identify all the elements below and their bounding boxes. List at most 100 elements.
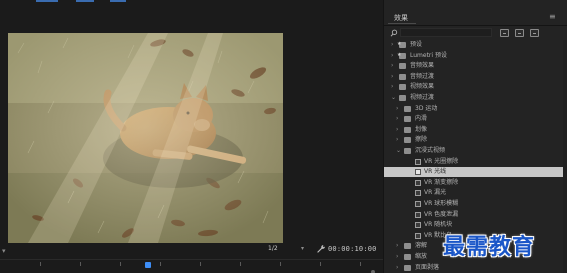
- playback-resolution-value: 1/2: [268, 245, 278, 252]
- panel-header: 效果 ≡: [384, 0, 567, 26]
- effect-item[interactable]: VR 光线: [384, 167, 564, 178]
- chevron-down-icon: ▾: [301, 245, 305, 252]
- effect-icon: [415, 211, 421, 218]
- tree-item-label: VR 光圈擦除: [424, 157, 459, 165]
- playback-resolution-select[interactable]: 1/2 ▾: [268, 245, 310, 255]
- tree-item-label: VR 漏光: [424, 189, 447, 197]
- fit-dropdown[interactable]: ▾: [2, 247, 12, 255]
- folder-icon: [399, 63, 406, 70]
- folder-icon: [399, 84, 406, 91]
- tree-item-label: VR 色度泄漏: [424, 210, 459, 218]
- watermark-text: 最需教育: [443, 235, 536, 260]
- chevron-right-icon[interactable]: ›: [391, 61, 397, 71]
- chevron-right-icon[interactable]: ›: [396, 104, 402, 114]
- monitor-tab-strip: [0, 0, 383, 9]
- panel-menu-icon[interactable]: ≡: [549, 12, 556, 21]
- folder-item[interactable]: › 划像: [384, 125, 564, 135]
- chevron-down-icon[interactable]: ⌄: [396, 146, 402, 156]
- folder-icon: [404, 243, 411, 250]
- folder-icon: [404, 254, 411, 260]
- tree-item-label: 缩放: [415, 253, 428, 260]
- tree-item-label: 溶解: [415, 242, 428, 250]
- tab-highlight[interactable]: [110, 0, 126, 2]
- folder-icon: [399, 95, 406, 101]
- folder-icon: [404, 126, 411, 133]
- chevron-right-icon[interactable]: ›: [396, 125, 402, 135]
- playhead[interactable]: [145, 262, 151, 268]
- effect-icon: [415, 158, 421, 165]
- duration-timecode: 00:00:10:00: [328, 245, 377, 253]
- folder-icon: [404, 116, 411, 123]
- chevron-right-icon[interactable]: ›: [391, 72, 397, 82]
- effect-icon: [415, 232, 421, 239]
- search-row: [384, 27, 567, 39]
- tree-item-label: VR 渐变擦除: [424, 178, 459, 186]
- tree-item-label: 内滑: [415, 115, 428, 123]
- chevron-right-icon[interactable]: ›: [396, 114, 402, 124]
- chevron-down-icon: ▾: [2, 247, 6, 255]
- tree-item-label: VR 球形模糊: [424, 200, 459, 207]
- tree-item-label: 视频过渡: [410, 94, 435, 101]
- watermark: 最需教育: [443, 229, 567, 260]
- wrench-icon[interactable]: [316, 244, 326, 254]
- effect-icon: [415, 179, 421, 186]
- tree-item-label: Lumetri 预设: [410, 51, 447, 59]
- folder-item[interactable]: ›Lumetri 预设: [384, 50, 564, 61]
- search-icon: [390, 29, 398, 37]
- 32bit-color-icon[interactable]: [515, 29, 524, 37]
- tree-item-label: 音频过渡: [410, 72, 435, 80]
- folder-icon: [399, 73, 406, 80]
- effect-item[interactable]: VR 渐变擦除: [384, 178, 564, 188]
- folder-icon: [404, 137, 411, 144]
- effect-item[interactable]: VR 漏光: [384, 188, 564, 198]
- folder-item[interactable]: › 内滑: [384, 114, 564, 124]
- folder-icon: [404, 148, 411, 154]
- tree-item-label: VR 光线: [424, 168, 447, 176]
- effect-icon: [415, 222, 421, 229]
- tree-item-label: 3D 运动: [415, 104, 438, 112]
- accelerated-effects-icon[interactable]: [500, 29, 509, 37]
- folder-icon: [397, 39, 406, 49]
- tree-item-label: 划像: [415, 125, 428, 133]
- video-preview[interactable]: [8, 33, 283, 243]
- folder-icon: [404, 264, 411, 271]
- tree-item-label: 擦除: [415, 136, 428, 144]
- tab-highlight[interactable]: [76, 0, 94, 2]
- tree-item-label: 音频效果: [410, 62, 435, 70]
- effect-icon: [415, 169, 421, 176]
- folder-item[interactable]: › 视频效果: [384, 82, 564, 92]
- panel-title[interactable]: 效果: [394, 13, 408, 23]
- folder-item[interactable]: › 擦除: [384, 135, 564, 145]
- tab-underline: [388, 23, 416, 24]
- tree-item-label: 沉浸式视频: [415, 147, 446, 154]
- chevron-right-icon[interactable]: ›: [391, 82, 397, 92]
- folder-item[interactable]: ⌄ 沉浸式视频: [384, 146, 564, 156]
- video-frame-image: [8, 33, 283, 243]
- tree-item-label: 预设: [410, 41, 423, 48]
- time-ruler[interactable]: [0, 259, 383, 273]
- program-monitor: ▾ 1/2 ▾ 00:00:10:00: [0, 0, 383, 273]
- effect-item[interactable]: VR 色度泄漏: [384, 210, 564, 220]
- folder-icon: [404, 105, 411, 112]
- effect-icon: [415, 201, 421, 207]
- chevron-right-icon[interactable]: ›: [396, 241, 402, 251]
- tree-item-label: 视频效果: [410, 83, 435, 91]
- chevron-right-icon[interactable]: ›: [396, 252, 402, 262]
- effect-item[interactable]: VR 球形模糊: [384, 199, 564, 209]
- tab-highlight[interactable]: [36, 0, 58, 2]
- monitor-controls: ▾ 1/2 ▾ 00:00:10:00: [0, 243, 383, 273]
- chevron-right-icon[interactable]: ›: [396, 263, 402, 273]
- folder-item[interactable]: › 3D 运动: [384, 104, 564, 114]
- effect-icon: [415, 190, 421, 197]
- folder-item[interactable]: › 音频效果: [384, 61, 564, 71]
- folder-item[interactable]: › 音频过渡: [384, 72, 564, 82]
- yuv-effects-icon[interactable]: [530, 29, 539, 37]
- folder-item[interactable]: ›预设: [384, 39, 564, 50]
- folder-item[interactable]: › 页面剥落: [384, 263, 564, 273]
- chevron-down-icon[interactable]: ⌄: [391, 93, 397, 103]
- folder-item[interactable]: ⌄ 视频过渡: [384, 93, 564, 103]
- search-input[interactable]: [400, 28, 492, 37]
- effect-item[interactable]: VR 光圈擦除: [384, 157, 564, 167]
- folder-icon: [397, 50, 406, 60]
- chevron-right-icon[interactable]: ›: [396, 135, 402, 145]
